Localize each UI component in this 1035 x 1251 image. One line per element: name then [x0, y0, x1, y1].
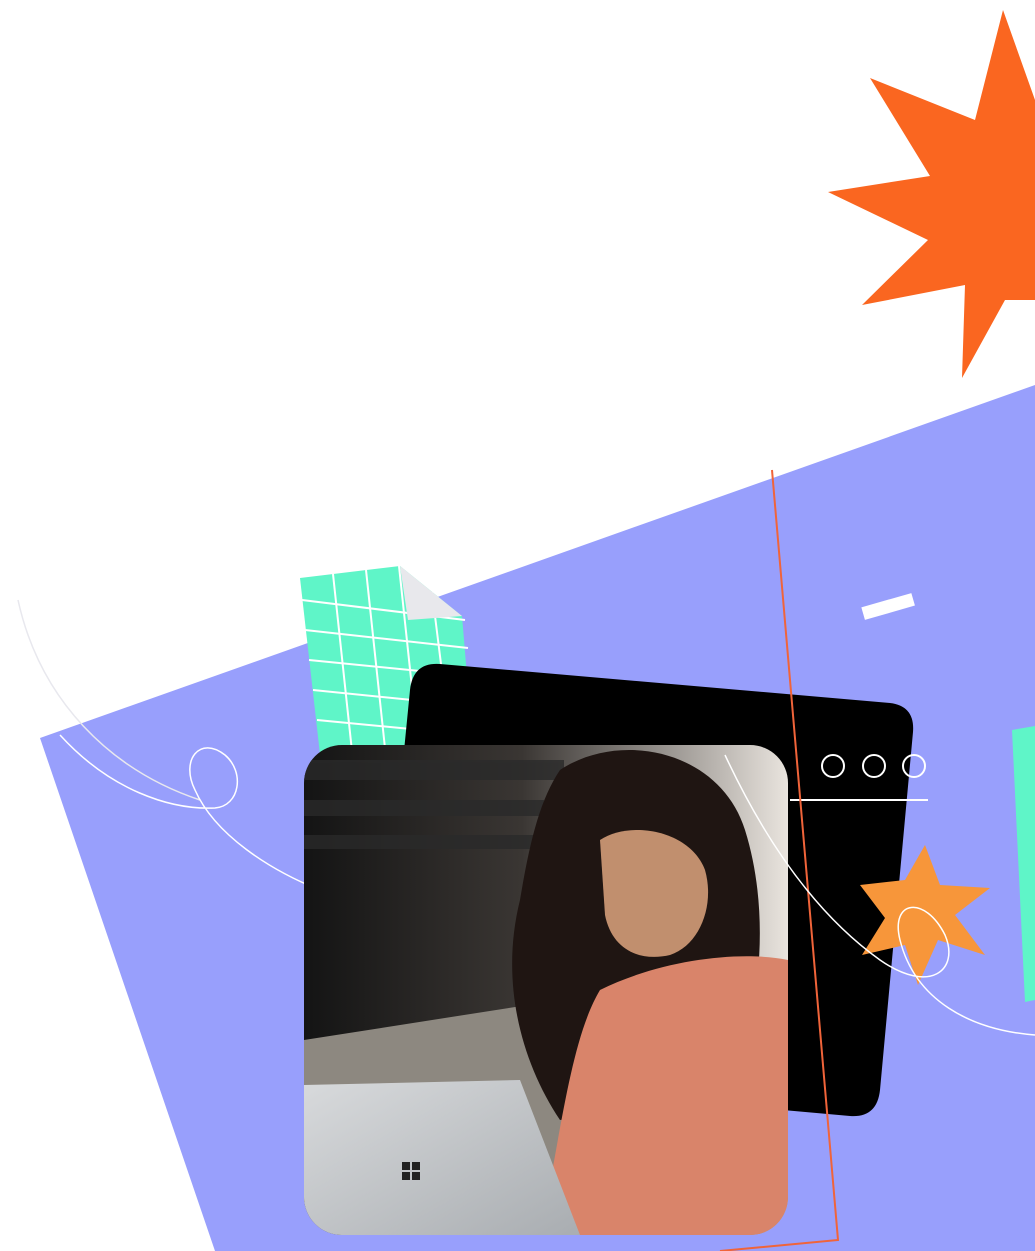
large-starburst-icon [828, 10, 1035, 378]
photo-card [304, 745, 788, 1235]
hero-illustration [17, 10, 1035, 1251]
